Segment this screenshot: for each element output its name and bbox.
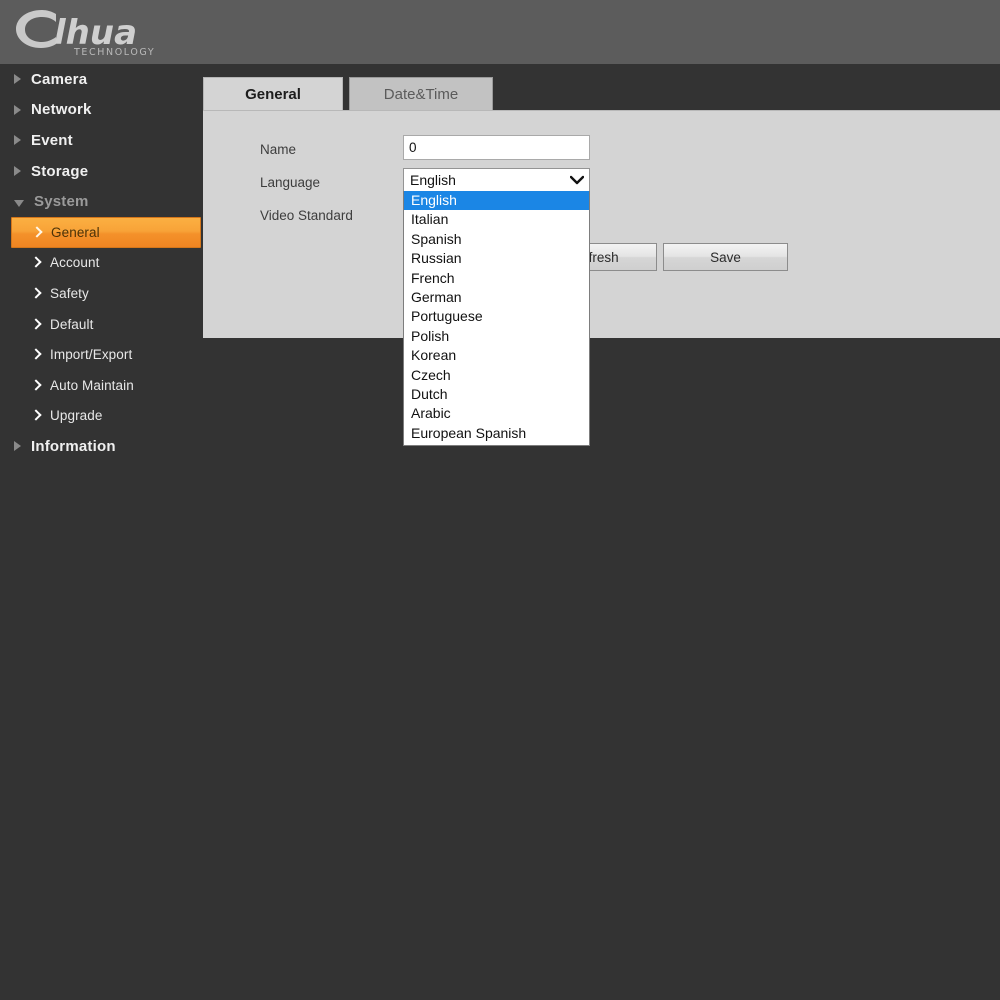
language-dropdown-list[interactable]: English Italian Spanish Russian French German… [403,191,590,447]
sidebar-item-label: Safety [50,285,89,301]
language-option[interactable]: European Spanish [404,424,589,443]
triangle-right-icon [14,441,21,452]
sidebar-item-label: Import/Export [50,347,133,363]
sidebar-item-auto-maintain[interactable]: Auto Maintain [11,370,201,401]
chevron-right-icon [32,409,41,422]
chevron-right-icon [32,287,41,300]
sidebar-item-camera[interactable]: Camera [0,64,202,95]
save-button[interactable]: Save [663,243,788,271]
dahua-logo: lhua TECHNOLOGY [12,4,192,60]
sidebar-item-import-export[interactable]: Import/Export [11,339,201,370]
sidebar-item-upgrade[interactable]: Upgrade [11,401,201,432]
triangle-right-icon [14,74,21,85]
chevron-right-icon [32,348,41,361]
chevron-down-icon [565,175,589,185]
name-label: Name [260,141,297,157]
triangle-right-icon [14,166,21,177]
sidebar-navigation: Camera Network Event Storage System Gene… [0,64,202,1000]
sidebar-item-label: Network [31,101,92,119]
sidebar-item-label: Information [31,437,116,455]
sidebar-item-network[interactable]: Network [0,95,202,126]
sidebar-item-account[interactable]: Account [11,248,201,279]
sidebar-item-system[interactable]: System [0,186,202,217]
tab-label: Date&Time [383,85,459,103]
tab-bar: General Date&Time [203,77,1000,110]
svg-text:TECHNOLOGY: TECHNOLOGY [73,47,155,58]
tab-label: General [245,85,301,103]
settings-panel: Name Language Video Standard [203,110,1000,338]
language-select-value: English [410,172,456,188]
tab-general[interactable]: General [203,77,343,110]
chevron-right-icon [32,318,41,331]
name-input[interactable] [403,135,590,160]
chevron-right-icon [32,256,41,269]
language-option[interactable]: Polish [404,327,589,346]
form-row-name: Name [260,137,405,161]
save-button-label: Save [710,249,741,265]
chevron-right-icon [32,379,41,392]
language-option[interactable]: Czech [404,366,589,385]
language-option[interactable]: Portuguese [404,307,589,326]
form-row-language: Language [260,170,405,194]
form-row-video-standard: Video Standard [260,203,405,227]
sidebar-item-label: Auto Maintain [50,377,134,393]
sidebar-item-label: General [51,224,100,240]
sidebar-item-general[interactable]: General [11,216,201,248]
triangle-down-icon [14,199,24,207]
app-header: lhua TECHNOLOGY [0,0,1000,64]
sidebar-item-label: Event [31,131,73,149]
language-option[interactable]: Korean [404,346,589,365]
language-option[interactable]: Arabic [404,404,589,423]
sidebar-item-event[interactable]: Event [0,125,202,156]
language-option[interactable]: Italian [404,210,589,229]
language-option[interactable]: Russian [404,249,589,268]
tab-date-time[interactable]: Date&Time [349,77,493,110]
sidebar-item-label: Upgrade [50,408,103,424]
language-select[interactable]: English [403,168,590,192]
video-standard-label: Video Standard [260,207,353,223]
sidebar-item-label: System [34,193,89,211]
sidebar-item-safety[interactable]: Safety [11,278,201,309]
language-option[interactable]: German [404,288,589,307]
sidebar-item-label: Storage [31,162,89,180]
sidebar-item-information[interactable]: Information [0,431,202,462]
sidebar-item-label: Account [50,255,100,271]
language-option[interactable]: French [404,269,589,288]
sidebar-item-storage[interactable]: Storage [0,156,202,187]
language-label: Language [260,174,321,190]
language-option[interactable]: Spanish [404,230,589,249]
chevron-right-icon [33,226,42,239]
triangle-right-icon [14,135,21,146]
sidebar-item-default[interactable]: Default [11,309,201,340]
language-option[interactable]: Dutch [404,385,589,404]
sidebar-item-label: Default [50,316,94,332]
language-option[interactable]: English [404,191,589,211]
sidebar-item-label: Camera [31,70,88,88]
triangle-right-icon [14,104,21,115]
